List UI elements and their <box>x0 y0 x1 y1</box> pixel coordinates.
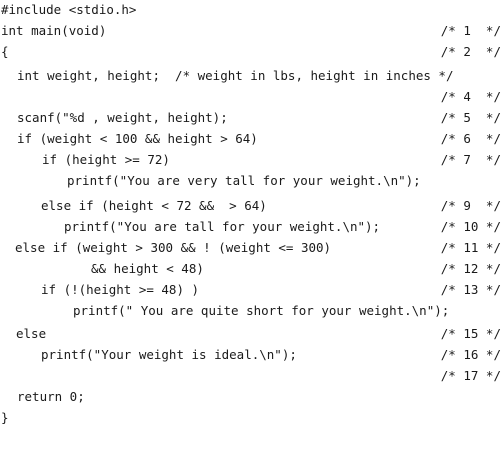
code-line-3: { /* 2 */ <box>0 44 504 68</box>
line-number-comment: /* 13 */ <box>440 282 501 297</box>
code-line-14: if (!(height >= 48) ) /* 13 */ <box>0 282 504 303</box>
code-listing: #include <stdio.h> int main(void) /* 1 *… <box>0 2 504 429</box>
line-number-comment: /* 5 */ <box>440 110 501 125</box>
code-line-18: /* 17 */ <box>0 368 504 389</box>
code-text: { <box>1 44 9 59</box>
line-number-comment: /* 17 */ <box>440 368 501 383</box>
line-number-comment: /* 6 */ <box>440 131 501 146</box>
code-line-16: else /* 15 */ <box>0 326 504 347</box>
code-line-4: int weight, height; /* weight in lbs, he… <box>0 68 504 89</box>
code-text: } <box>1 410 9 425</box>
code-line-6: scanf("%d , weight, height); /* 5 */ <box>0 110 504 131</box>
code-text: printf(" You are quite short for your we… <box>73 303 450 318</box>
code-line-11: printf("You are tall for your weight.\n"… <box>0 219 504 240</box>
code-text: int main(void) <box>1 23 107 38</box>
code-text: printf("You are very tall for your weigh… <box>67 173 421 188</box>
code-line-15: printf(" You are quite short for your we… <box>0 303 504 326</box>
code-text: return 0; <box>17 389 85 404</box>
code-text: else if (weight > 300 && ! (weight <= 30… <box>15 240 332 255</box>
code-text: if (height >= 72) <box>42 152 170 167</box>
code-line-17: printf("Your weight is ideal.\n"); /* 16… <box>0 347 504 368</box>
code-text: else if (height < 72 && > 64) <box>41 198 267 213</box>
code-text: if (!(height >= 48) ) <box>41 282 200 297</box>
code-text: printf("Your weight is ideal.\n"); <box>41 347 297 362</box>
line-number-comment: /* 2 */ <box>440 44 501 59</box>
code-line-12: else if (weight > 300 && ! (weight <= 30… <box>0 240 504 261</box>
code-line-2: int main(void) /* 1 */ <box>0 23 504 44</box>
code-line-10: else if (height < 72 && > 64) /* 9 */ <box>0 198 504 219</box>
line-number-comment: /* 4 */ <box>440 89 501 104</box>
code-line-5: /* 4 */ <box>0 89 504 110</box>
line-number-comment: /* 10 */ <box>440 219 501 234</box>
line-number-comment: /* 12 */ <box>440 261 501 276</box>
code-line-20: } <box>0 410 504 429</box>
line-number-comment: /* 1 */ <box>440 23 501 38</box>
code-text: #include <stdio.h> <box>1 2 137 17</box>
line-number-comment: /* 9 */ <box>440 198 501 213</box>
code-text: && height < 48) <box>91 261 204 276</box>
code-line-13: && height < 48) /* 12 */ <box>0 261 504 282</box>
code-text: printf("You are tall for your weight.\n"… <box>64 219 381 234</box>
code-line-1: #include <stdio.h> <box>0 2 504 23</box>
code-text: int weight, height; /* weight in lbs, he… <box>17 68 454 83</box>
code-line-7: if (weight < 100 && height > 64) /* 6 */ <box>0 131 504 152</box>
code-line-19: return 0; <box>0 389 504 410</box>
code-line-9: printf("You are very tall for your weigh… <box>0 173 504 198</box>
code-line-8: if (height >= 72) /* 7 */ <box>0 152 504 173</box>
line-number-comment: /* 7 */ <box>440 152 501 167</box>
code-text: if (weight < 100 && height > 64) <box>17 131 258 146</box>
code-text: scanf("%d , weight, height); <box>17 110 228 125</box>
code-text: else <box>16 326 47 341</box>
line-number-comment: /* 11 */ <box>440 240 501 255</box>
line-number-comment: /* 16 */ <box>440 347 501 362</box>
line-number-comment: /* 15 */ <box>440 326 501 341</box>
